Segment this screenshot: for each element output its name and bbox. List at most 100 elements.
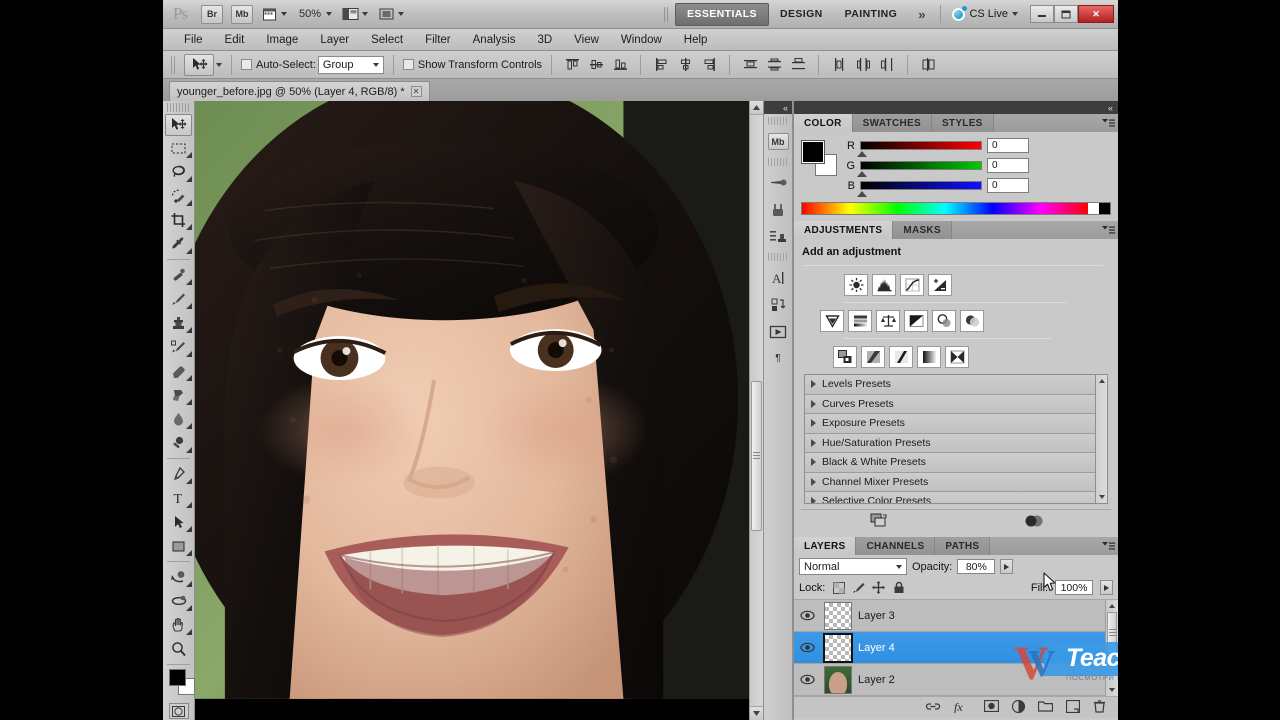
foreground-color-swatch[interactable]	[801, 140, 825, 164]
tab-masks[interactable]: MASKS	[893, 221, 952, 239]
channel-mixer-icon[interactable]	[960, 310, 984, 332]
scroll-up-button[interactable]	[1106, 600, 1118, 612]
tool-history-brush[interactable]	[163, 335, 194, 359]
fill-stepper[interactable]	[1100, 580, 1113, 595]
tool-zoom[interactable]	[163, 637, 194, 661]
tool-path-selection[interactable]	[163, 510, 194, 534]
tool-brush[interactable]	[163, 287, 194, 311]
scroll-down-button[interactable]	[1106, 684, 1118, 696]
animation-panel-icon[interactable]	[764, 318, 792, 345]
preset-hue-saturation[interactable]: Hue/Saturation Presets	[805, 433, 1095, 453]
scrollbar-thumb[interactable]	[751, 381, 762, 531]
black-and-white-icon[interactable]	[904, 310, 928, 332]
menu-window[interactable]: Window	[610, 32, 673, 48]
levels-icon[interactable]	[872, 274, 896, 296]
fill-input[interactable]: 100%	[1055, 580, 1093, 595]
minimize-button[interactable]	[1030, 5, 1054, 23]
show-transform-controls-option[interactable]: Show Transform Controls	[402, 59, 542, 71]
tab-styles[interactable]: STYLES	[931, 114, 994, 132]
layer-visibility-icon[interactable]	[796, 674, 818, 685]
new-layer-icon[interactable]	[1065, 699, 1081, 716]
menu-3d[interactable]: 3D	[526, 32, 563, 48]
color-spectrum-ramp[interactable]	[801, 202, 1111, 215]
menu-select[interactable]: Select	[360, 32, 414, 48]
tool-clone-stamp[interactable]	[163, 311, 194, 335]
threshold-icon[interactable]	[889, 346, 913, 368]
opacity-stepper[interactable]	[1000, 559, 1014, 574]
layer-thumbnail[interactable]	[823, 632, 853, 663]
selective-color-icon[interactable]	[945, 346, 969, 368]
auto-select-checkbox[interactable]	[241, 59, 252, 70]
paragraph-panel-icon[interactable]: ¶	[764, 345, 792, 372]
cs-live-button[interactable]: CS Live	[946, 5, 1024, 21]
character-panel-icon[interactable]: A	[764, 264, 792, 291]
scroll-up-button[interactable]	[1096, 375, 1107, 387]
blue-value[interactable]: 0	[987, 178, 1029, 193]
foreground-background-colors[interactable]	[169, 669, 195, 699]
link-layers-icon[interactable]	[925, 701, 941, 715]
menu-layer[interactable]: Layer	[309, 32, 360, 48]
zoom-level-control[interactable]: 50%	[294, 5, 335, 24]
align-bottom-edges-button[interactable]	[609, 55, 631, 75]
layers-scrollbar[interactable]	[1105, 600, 1118, 696]
brush-panel-icon[interactable]	[764, 169, 792, 196]
tool-dodge[interactable]	[163, 431, 194, 455]
layer-visibility-icon[interactable]	[796, 610, 818, 621]
clip-to-layer-icon[interactable]	[801, 513, 956, 528]
distribute-horizontal-centers-button[interactable]	[852, 55, 874, 75]
invert-icon[interactable]	[833, 346, 857, 368]
preset-exposure[interactable]: Exposure Presets	[805, 414, 1095, 434]
tool-preset-chevron-icon[interactable]	[216, 62, 222, 67]
layer-row[interactable]: Layer 4	[794, 632, 1118, 664]
tool-horizontal-type[interactable]: T	[163, 486, 194, 510]
menu-analysis[interactable]: Analysis	[462, 32, 527, 48]
opacity-input[interactable]: 80%	[957, 559, 996, 574]
new-adjustment-layer-icon[interactable]	[1011, 699, 1026, 716]
view-extras-button[interactable]	[259, 5, 290, 24]
lock-all-icon[interactable]	[892, 581, 905, 594]
auto-select-scope-dropdown[interactable]: Group	[317, 55, 384, 74]
layer-thumbnail[interactable]	[824, 601, 852, 630]
red-value[interactable]: 0	[987, 138, 1029, 153]
tool-presets-icon[interactable]	[764, 196, 792, 223]
view-previous-state-icon[interactable]	[956, 513, 1111, 528]
collapse-dock-button[interactable]: «	[764, 101, 792, 114]
menu-file[interactable]: File	[173, 32, 214, 48]
distribute-top-edges-button[interactable]	[739, 55, 761, 75]
dock-grip[interactable]	[768, 117, 788, 125]
tool-spot-healing-brush[interactable]	[163, 263, 194, 287]
blue-slider[interactable]	[857, 181, 982, 197]
align-right-edges-button[interactable]	[698, 55, 720, 75]
blend-mode-dropdown[interactable]: Normal	[799, 558, 907, 575]
green-slider[interactable]	[857, 161, 982, 177]
tool-eyedropper[interactable]	[163, 232, 194, 256]
distribute-bottom-edges-button[interactable]	[787, 55, 809, 75]
workspace-tab-essentials[interactable]: ESSENTIALS	[675, 2, 769, 26]
color-balance-icon[interactable]	[876, 310, 900, 332]
exposure-icon[interactable]	[928, 274, 952, 296]
red-slider[interactable]	[857, 141, 982, 157]
layer-row[interactable]: Layer 2	[794, 664, 1118, 696]
scroll-up-button[interactable]	[750, 101, 763, 115]
align-top-edges-button[interactable]	[561, 55, 583, 75]
tool-gradient[interactable]	[163, 383, 194, 407]
preset-channel-mixer[interactable]: Channel Mixer Presets	[805, 472, 1095, 492]
menu-image[interactable]: Image	[255, 32, 309, 48]
preset-selective-color[interactable]: Selective Color Presets	[805, 492, 1095, 503]
delete-layer-icon[interactable]	[1093, 699, 1106, 716]
show-transform-checkbox[interactable]	[402, 59, 414, 70]
quick-mask-mode-button[interactable]	[168, 703, 189, 719]
align-left-edges-button[interactable]	[650, 55, 672, 75]
tool-quick-selection[interactable]	[163, 184, 194, 208]
posterize-icon[interactable]	[861, 346, 885, 368]
tab-color[interactable]: COLOR	[794, 114, 853, 132]
preset-curves[interactable]: Curves Presets	[805, 394, 1095, 414]
close-button[interactable]: ✕	[1078, 5, 1114, 23]
tool-crop[interactable]	[163, 208, 194, 232]
launch-bridge-button[interactable]: Br	[201, 4, 223, 24]
mini-bridge-icon[interactable]: Mb	[764, 128, 792, 155]
tool-pen[interactable]	[163, 462, 194, 486]
clone-source-icon[interactable]	[764, 223, 792, 250]
panel-menu-icon[interactable]	[1098, 221, 1118, 239]
canvas-vertical-scrollbar[interactable]	[749, 101, 763, 720]
